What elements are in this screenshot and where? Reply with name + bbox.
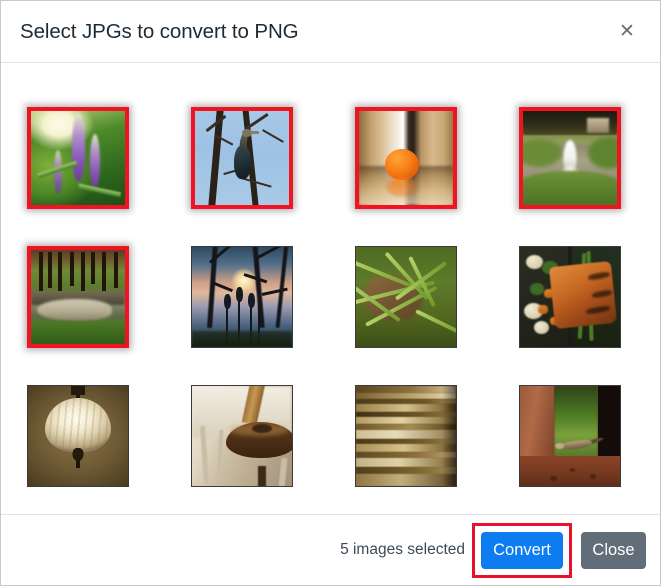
thumbnail-item-10[interactable]	[191, 385, 293, 487]
thumbnail-image-cormorant-bird-in-bare-tree	[195, 111, 289, 205]
thumbnail-item-1[interactable]	[27, 107, 129, 209]
thumbnail-image-pond-fountain-in-park	[523, 111, 617, 205]
thumbnail-image-orange-fruit-on-table	[359, 111, 453, 205]
dialog-footer: 5 images selected Convert Close	[1, 514, 660, 585]
thumbnail-item-6[interactable]	[191, 246, 293, 348]
thumbnail-item-9[interactable]	[27, 385, 129, 487]
select-jpgs-dialog: Select JPGs to convert to PNG ✕ 5 images…	[0, 0, 661, 586]
thumbnail-item-11[interactable]	[355, 385, 457, 487]
thumbnail-item-3[interactable]	[355, 107, 457, 209]
thumbnail-image-grilled-salmon-with-vegetables	[520, 247, 620, 347]
thumbnail-item-5[interactable]	[27, 246, 129, 348]
thumbnail-image-ceiling-lamp-shade	[28, 386, 128, 486]
thumbnail-item-2[interactable]	[191, 107, 293, 209]
convert-button-wrapper: Convert	[472, 522, 572, 578]
thumbnail-image-wooden-stool-detail	[192, 386, 292, 486]
page-title: Select JPGs to convert to PNG	[20, 19, 299, 43]
dialog-header: Select JPGs to convert to PNG ✕	[1, 1, 660, 63]
thumbnail-item-8[interactable]	[519, 246, 621, 348]
dialog-body	[1, 63, 660, 514]
thumbnail-image-lizard-on-red-stone	[520, 386, 620, 486]
selection-count-label: 5 images selected	[340, 541, 465, 558]
thumbnail-image-sunset-through-trees-with-reeds	[192, 247, 292, 347]
thumbnail-image-purple-flower-spikes	[31, 111, 125, 205]
close-icon[interactable]: ✕	[614, 19, 640, 45]
thumbnail-item-7[interactable]	[355, 246, 457, 348]
close-button[interactable]: Close	[581, 531, 646, 569]
thumbnail-image-stacked-book-page-edges	[356, 386, 456, 486]
thumbnail-grid	[1, 71, 660, 487]
convert-button[interactable]: Convert	[481, 531, 563, 569]
thumbnail-image-forest-stream-clearing	[31, 250, 125, 344]
thumbnail-image-green-grass-closeup	[356, 247, 456, 347]
thumbnail-item-4[interactable]	[519, 107, 621, 209]
thumbnail-item-12[interactable]	[519, 385, 621, 487]
